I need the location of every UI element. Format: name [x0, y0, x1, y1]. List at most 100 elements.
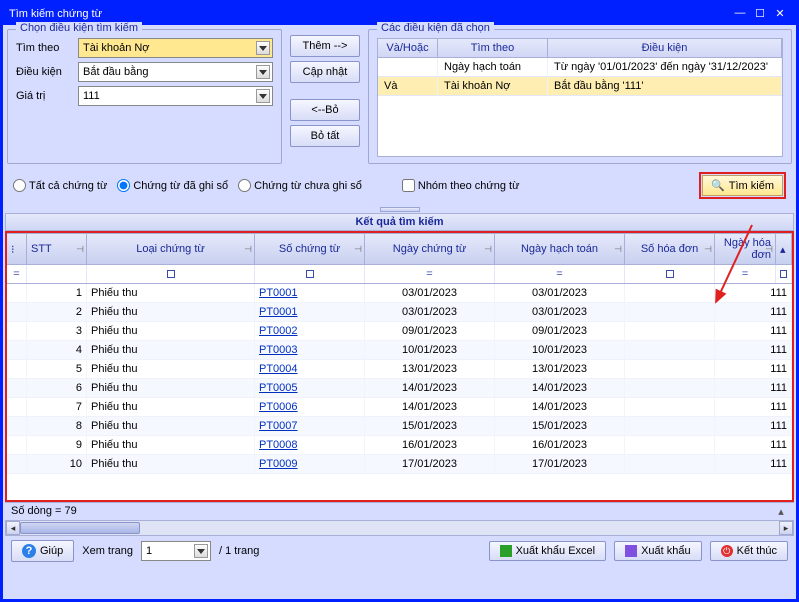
add-button[interactable]: Thêm --> — [290, 35, 360, 57]
col-label: STT — [31, 243, 52, 255]
cell-sohd — [625, 303, 715, 321]
remove-all-button[interactable]: Bỏ tất — [290, 125, 360, 147]
cell-ngayct: 14/01/2023 — [365, 379, 495, 397]
page-select[interactable]: 1 — [141, 541, 211, 561]
document-link[interactable]: PT0007 — [259, 420, 298, 432]
button-label: Xuất khẩu Excel — [516, 545, 596, 557]
col-stt[interactable]: STT⊣ — [27, 234, 87, 264]
select-timtheo[interactable]: Tài khoản Nợ — [78, 38, 273, 58]
filter-cell[interactable]: = — [715, 265, 776, 283]
scroll-thumb[interactable] — [20, 522, 140, 534]
grid-row[interactable]: 7Phiếu thuPT000614/01/202314/01/2023111 — [7, 398, 792, 417]
cell-last: 111 — [715, 455, 792, 473]
filter-cell[interactable]: = — [7, 265, 27, 283]
remove-button[interactable]: <--Bỏ — [290, 99, 360, 121]
cell-last: 111 — [715, 284, 792, 302]
splitter[interactable] — [5, 205, 794, 213]
col-ngayhd[interactable]: Ngày hóa đơn⊣ — [715, 234, 776, 264]
radio-all[interactable]: Tất cả chứng từ — [13, 179, 107, 192]
col-ngayct[interactable]: Ngày chứng từ⊣ — [365, 234, 495, 264]
cell-ngayht: 10/01/2023 — [495, 341, 625, 359]
input-giatri[interactable]: 111 — [78, 86, 273, 106]
update-button[interactable]: Cập nhật — [290, 61, 360, 83]
document-link[interactable]: PT0004 — [259, 363, 298, 375]
grid-row[interactable]: 8Phiếu thuPT000715/01/202315/01/2023111 — [7, 417, 792, 436]
filter-cell[interactable] — [255, 265, 365, 283]
cell-last: 111 — [715, 341, 792, 359]
cell-ngayct: 14/01/2023 — [365, 398, 495, 416]
cell-loai: Phiếu thu — [87, 341, 255, 359]
document-link[interactable]: PT0008 — [259, 439, 298, 451]
condition-row[interactable]: Và Tài khoản Nợ Bắt đầu bằng '111' — [378, 77, 782, 96]
scroll-right-icon[interactable]: ▸ — [779, 521, 793, 535]
help-icon: ? — [22, 544, 36, 558]
chevron-down-icon[interactable] — [256, 89, 270, 103]
cell-so: PT0003 — [255, 341, 365, 359]
col-sohd[interactable]: Số hóa đơn⊣ — [625, 234, 715, 264]
export-excel-button[interactable]: Xuất khẩu Excel — [489, 541, 607, 561]
grid-row[interactable]: 9Phiếu thuPT000816/01/202316/01/2023111 — [7, 436, 792, 455]
chevron-down-icon[interactable] — [256, 65, 270, 79]
grid-row[interactable]: 4Phiếu thuPT000310/01/202310/01/2023111 — [7, 341, 792, 360]
col-so[interactable]: Số chứng từ⊣ — [255, 234, 365, 264]
export-button[interactable]: Xuất khẩu — [614, 541, 702, 561]
document-link[interactable]: PT0001 — [259, 306, 298, 318]
checkbox-groupby[interactable]: Nhóm theo chứng từ — [402, 179, 520, 192]
select-value: Tài khoản Nợ — [83, 42, 150, 54]
document-link[interactable]: PT0005 — [259, 382, 298, 394]
grid-row[interactable]: 1Phiếu thuPT000103/01/202303/01/2023111 — [7, 284, 792, 303]
radio-label: Tất cả chứng từ — [29, 180, 107, 192]
cell-ngayht: 13/01/2023 — [495, 360, 625, 378]
grid-row[interactable]: 6Phiếu thuPT000514/01/202314/01/2023111 — [7, 379, 792, 398]
filter-cell[interactable] — [625, 265, 715, 283]
col-condition: Điều kiện — [548, 39, 782, 57]
chevron-down-icon[interactable] — [256, 41, 270, 55]
grid-row[interactable]: 10Phiếu thuPT000917/01/202317/01/2023111 — [7, 455, 792, 474]
cell-so: PT0002 — [255, 322, 365, 340]
cell-stt: 7 — [27, 398, 87, 416]
label-timtheo: Tìm theo — [16, 42, 78, 54]
condition-row[interactable]: Ngày hạch toán Từ ngày '01/01/2023' đến … — [378, 58, 782, 77]
select-dieukien[interactable]: Bắt đầu bằng — [78, 62, 273, 82]
radio-notrecorded[interactable]: Chứng từ chưa ghi sổ — [238, 179, 362, 192]
window-title: Tìm kiếm chứng từ — [9, 8, 730, 20]
close-button[interactable]: ✕ — [770, 7, 790, 21]
filter-cell[interactable] — [27, 265, 87, 283]
filter-cell[interactable] — [776, 265, 792, 283]
grid-row[interactable]: 5Phiếu thuPT000413/01/202313/01/2023111 — [7, 360, 792, 379]
cell — [378, 58, 438, 76]
cell-sohd — [625, 341, 715, 359]
cell-loai: Phiếu thu — [87, 398, 255, 416]
help-button[interactable]: ? Giúp — [11, 540, 74, 562]
horizontal-scrollbar[interactable]: ◂ ▸ — [5, 520, 794, 536]
filter-cell[interactable]: = — [365, 265, 495, 283]
grid-row[interactable]: 2Phiếu thuPT000103/01/202303/01/2023111 — [7, 303, 792, 322]
filter-cell[interactable]: = — [495, 265, 625, 283]
search-button-highlight: 🔍 Tìm kiếm — [699, 172, 786, 199]
scroll-left-icon[interactable]: ◂ — [6, 521, 20, 535]
search-button[interactable]: 🔍 Tìm kiếm — [702, 175, 783, 196]
document-link[interactable]: PT0001 — [259, 287, 298, 299]
collapse-icon[interactable]: ▴ — [774, 505, 788, 518]
minimize-button[interactable]: — — [730, 7, 750, 21]
power-icon: ⏻ — [721, 545, 733, 557]
col-ngayht[interactable]: Ngày hạch toán⊣ — [495, 234, 625, 264]
col-loai[interactable]: Loại chứng từ⊣ — [87, 234, 255, 264]
filter-cell[interactable] — [87, 265, 255, 283]
document-link[interactable]: PT0006 — [259, 401, 298, 413]
maximize-button[interactable]: ☐ — [750, 7, 770, 21]
filter-icon — [306, 270, 314, 278]
document-link[interactable]: PT0002 — [259, 325, 298, 337]
cell-loai: Phiếu thu — [87, 284, 255, 302]
viewpage-label: Xem trang — [82, 545, 133, 557]
status-bar: Số dòng = 79 ▴ — [5, 502, 794, 520]
radio-recorded[interactable]: Chứng từ đã ghi sổ — [117, 179, 228, 192]
cell-loai: Phiếu thu — [87, 360, 255, 378]
document-link[interactable]: PT0003 — [259, 344, 298, 356]
col-picker[interactable]: ⁝ — [7, 234, 27, 264]
close-button[interactable]: ⏻ Kết thúc — [710, 541, 788, 561]
cell-stt: 5 — [27, 360, 87, 378]
grid-row[interactable]: 3Phiếu thuPT000209/01/202309/01/2023111 — [7, 322, 792, 341]
document-link[interactable]: PT0009 — [259, 458, 298, 470]
chevron-down-icon[interactable] — [194, 544, 208, 558]
